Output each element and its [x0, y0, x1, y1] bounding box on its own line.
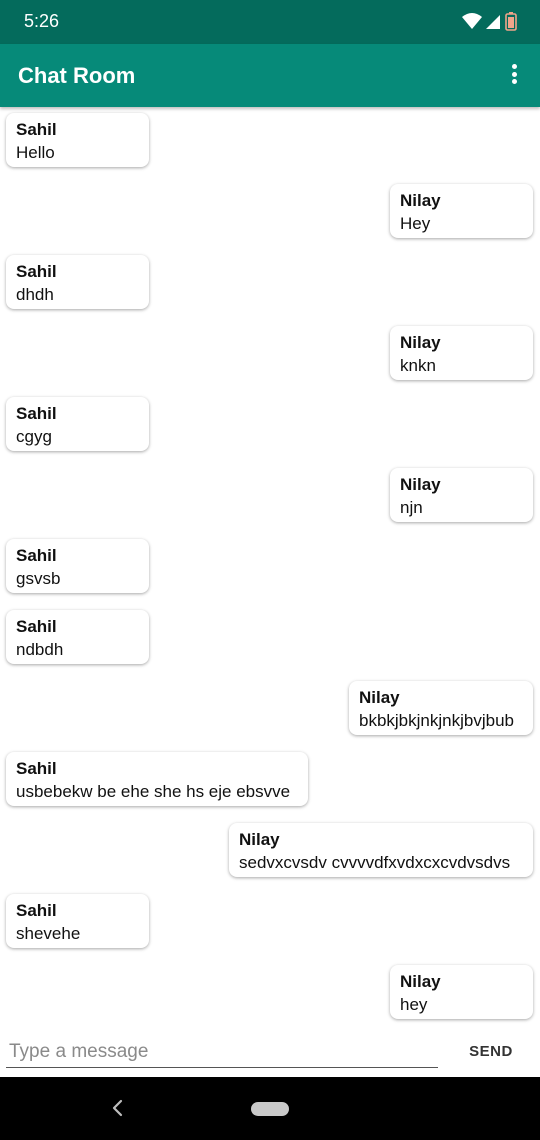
- message-text: cgyg: [16, 427, 52, 446]
- message-bubble: Nilay bkbkjbkjnkjnkjbvjbub: [349, 681, 533, 735]
- signal-icon: [486, 15, 500, 29]
- message-bubble: Nilay hey: [390, 965, 533, 1019]
- message-text: Hello: [16, 143, 55, 162]
- message-sender: Sahil: [16, 901, 57, 920]
- message-bubble: Nilay knkn: [390, 326, 533, 380]
- page-title: Chat Room: [18, 63, 136, 88]
- more-vert-icon[interactable]: [502, 64, 526, 88]
- message-input[interactable]: [6, 1036, 438, 1068]
- status-icons: [462, 12, 517, 31]
- message-text: gsvsb: [16, 569, 61, 588]
- message-text: ndbdh: [16, 640, 64, 659]
- send-button[interactable]: SEND: [452, 1036, 530, 1066]
- message-bubble: Sahil gsvsb: [6, 539, 149, 593]
- message-sender: Sahil: [16, 546, 57, 565]
- message-sender: Sahil: [16, 404, 57, 423]
- message-bubble: Nilay sedvxcvsdv cvvvvdfxvdxcxcvdvsdvs: [229, 823, 533, 877]
- message-text: knkn: [400, 356, 436, 375]
- wifi-icon: [462, 13, 482, 29]
- battery-icon: [505, 12, 517, 31]
- message-sender: Sahil: [16, 759, 57, 778]
- message-text: dhdh: [16, 285, 54, 304]
- message-sender: Nilay: [400, 191, 441, 210]
- message-sender: Nilay: [359, 688, 400, 707]
- message-list[interactable]: Sahil Hello Nilay Hey Sahil dhdh Nilay k…: [0, 107, 540, 1027]
- message-sender: Sahil: [16, 617, 57, 636]
- message-text: hey: [400, 995, 428, 1014]
- back-icon[interactable]: [108, 1097, 128, 1119]
- message-bubble: Sahil Hello: [6, 113, 149, 167]
- message-text: njn: [400, 498, 423, 517]
- message-bubble: Nilay njn: [390, 468, 533, 522]
- message-text: bkbkjbkjnkjnkjbvjbub: [359, 711, 514, 730]
- message-text: shevehe: [16, 924, 81, 943]
- app-bar: Chat Room: [0, 44, 540, 107]
- message-text: usbebekw be ehe she hs eje ebsvve: [16, 782, 291, 801]
- home-icon[interactable]: [251, 1102, 289, 1116]
- message-sender: Sahil: [16, 262, 57, 281]
- status-bar: 5:26: [0, 0, 540, 44]
- message-composer: SEND: [0, 1030, 540, 1076]
- message-sender: Nilay: [400, 972, 441, 991]
- message-bubble: Sahil ndbdh: [6, 610, 149, 664]
- status-time: 5:26: [24, 11, 60, 31]
- message-sender: Nilay: [400, 475, 441, 494]
- message-sender: Nilay: [400, 333, 441, 352]
- message-bubble: Sahil usbebekw be ehe she hs eje ebsvve: [6, 752, 308, 806]
- message-text: sedvxcvsdv cvvvvdfxvdxcxcvdvsdvs: [239, 853, 511, 872]
- message-text: Hey: [400, 214, 431, 233]
- message-sender: Sahil: [16, 120, 57, 139]
- message-sender: Nilay: [239, 830, 280, 849]
- message-bubble: Sahil shevehe: [6, 894, 149, 948]
- message-bubble: Sahil dhdh: [6, 255, 149, 309]
- message-bubble: Sahil cgyg: [6, 397, 149, 451]
- message-bubble: Nilay Hey: [390, 184, 533, 238]
